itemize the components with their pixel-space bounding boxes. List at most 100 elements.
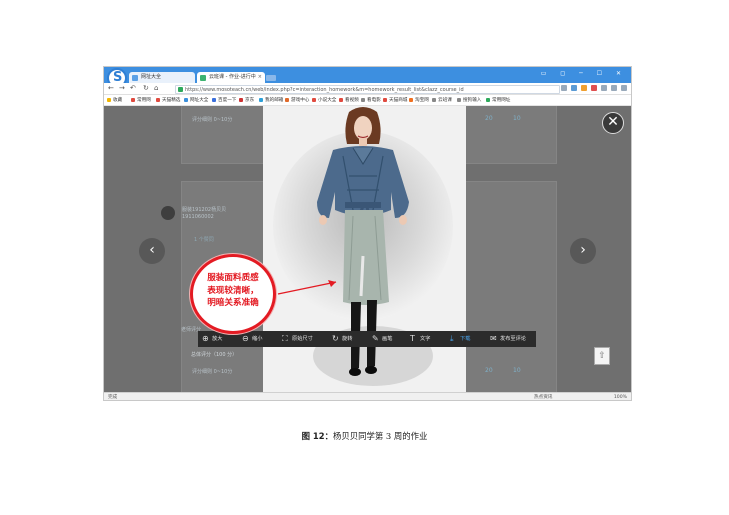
extension-icon[interactable] [581,85,587,91]
extension-icon[interactable] [601,85,607,91]
publish-icon: ✉ [490,334,497,343]
tool-label: 发布至评论 [500,336,526,342]
address-bar[interactable]: https://www.mosoteach.cn/web/index.php?c… [175,85,560,94]
zoom-out-icon: ⊖ [242,334,249,343]
text-icon: T [410,334,415,343]
pen-icon: ✎ [372,334,379,343]
previous-image-button[interactable]: ‹ [139,238,165,264]
back-to-top-button[interactable]: ⇧ [594,347,610,365]
back-icon[interactable]: ← [108,84,114,92]
annotation-text: 服装面料质感 表现较清晰， 明暗关系准确 [193,272,273,310]
like-count: 1 个赞同 [194,237,214,243]
bookmark-item[interactable]: 天猫商城 [383,95,407,105]
bookmark-item[interactable]: 云班课 [432,95,452,105]
student-name: 服装191202杨贝贝 [182,207,227,213]
publish-comment-button[interactable]: ✉ 发布至评论 [490,331,526,347]
homework-page: 评分细则 0~10分 20 10 服装191202杨贝贝 1911060002 … [104,106,631,392]
rotate-icon: ↻ [332,334,339,343]
figure-caption: 图 12：杨贝贝同学第 3 周的作业 [0,430,729,442]
bookmark-item[interactable]: 淘宝网 [409,95,429,105]
annotation-callout: 服装面料质感 表现较清晰， 明暗关系准确 [190,254,276,334]
download-button[interactable]: ⤓ 下载 [450,331,470,347]
next-image-button[interactable]: › [570,238,596,264]
tool-label: 放大 [212,336,223,342]
bookmark-item[interactable]: 天猫精选 [156,95,180,105]
tab-url-directory[interactable]: 网址大全 [129,72,195,83]
news-label[interactable]: 热点资讯 [534,393,552,400]
rubric-title: 评分细则 0~10分 [192,369,233,375]
tool-label: 画笔 [382,336,393,342]
avatar[interactable] [161,206,175,220]
close-viewer-button[interactable]: ✕ [602,112,624,134]
extension-icon[interactable] [561,85,567,91]
rotate-button[interactable]: ↻ 旋转 [332,331,352,347]
url-text: https://www.mosoteach.cn/web/index.php?c… [185,87,464,93]
original-size-icon: ⛶ [282,334,288,343]
bookmark-item[interactable]: 看电影 [361,95,381,105]
browser-toolbar [561,85,627,93]
rubric-title: 评分细则 0~10分 [192,117,233,123]
score-value: 20 [485,367,493,374]
secure-lock-icon [178,87,183,92]
zoom-in-button[interactable]: ⊕ 放大 [202,331,222,347]
bookmark-item[interactable]: 小说大全 [312,95,336,105]
zoom-level[interactable]: 100% [614,393,627,400]
navigation-bar: ← → ↶ ↻ ⌂ https://www.mosoteach.cn/web/i… [104,83,631,95]
bookmark-item[interactable]: 收藏 [107,95,122,105]
extension-icon[interactable] [571,85,577,91]
bookmark-item[interactable]: 常用网 [131,95,151,105]
tab-mosoteach[interactable]: 云班课 - 作业-进行中 × [197,72,265,83]
tool-label: 文字 [420,336,431,342]
homework-image [263,106,466,392]
window-controls[interactable]: ▭ ◻ ─ ☐ ✕ [541,70,627,77]
cloud-class-icon [200,75,206,81]
score-value: 10 [513,367,521,374]
annotation-arrow-icon [277,280,337,295]
menu-icon[interactable] [621,85,627,91]
bookmark-item[interactable]: 搜狗输入 [457,95,481,105]
zoom-in-icon: ⊕ [202,334,209,343]
total-score-label: 总体评分（100 分） [191,352,238,358]
score-value: 10 [513,115,521,122]
caption-prefix: 图 12： [301,431,333,441]
tool-label: 原始尺寸 [292,336,313,342]
home-icon[interactable]: ⌂ [154,84,158,92]
pen-button[interactable]: ✎ 画笔 [372,331,392,347]
browser-screenshot: 网址大全 云班课 - 作业-进行中 × ▭ ◻ ─ ☐ ✕ ← → ↶ ↻ ⌂ … [103,66,632,401]
caption-text: 杨贝贝同学第 3 周的作业 [332,431,428,441]
undo-close-icon[interactable]: ↶ [130,84,136,92]
bookmark-item[interactable]: 百度一下 [212,95,236,105]
refresh-icon[interactable]: ↻ [143,84,149,92]
bookmark-item[interactable]: 网址大全 [184,95,208,105]
annotation-line: 明暗关系准确 [207,298,259,308]
original-size-button[interactable]: ⛶ 原始尺寸 [282,331,313,347]
bookmark-item[interactable]: 京东 [239,95,254,105]
tool-label: 旋转 [342,336,353,342]
status-text: 完成 [108,395,118,400]
score-value: 20 [485,115,493,122]
close-tab-icon[interactable]: × [258,72,262,83]
forward-icon[interactable]: → [119,84,125,92]
download-icon: ⤓ [450,334,454,343]
tab-label: 网址大全 [141,74,162,80]
globe-icon [132,75,138,81]
student-id: 1911060002 [182,214,214,220]
tab-label: 云班课 - 作业-进行中 [209,74,256,80]
tool-label: 下载 [460,336,471,342]
extension-icon[interactable] [591,85,597,91]
status-bar: 完成 热点资讯 100% [104,392,631,400]
text-button[interactable]: T 文字 [410,331,430,347]
extension-icon[interactable] [611,85,617,91]
fashion-illustration [263,106,466,392]
bookmark-item[interactable]: 看视频 [339,95,359,105]
new-tab-button[interactable] [266,75,276,81]
bookmark-item[interactable]: 常用网址 [486,95,510,105]
bookmark-item[interactable]: 我的邮箱 [259,95,283,105]
annotation-line: 服装面料质感 [207,273,259,283]
bookmarks-bar: 收藏 常用网 天猫精选 网址大全 百度一下 京东 我的邮箱 游戏中心 小说大全 … [104,95,631,106]
tab-bar: 网址大全 云班课 - 作业-进行中 × ▭ ◻ ─ ☐ ✕ [104,67,631,88]
bookmark-item[interactable]: 游戏中心 [285,95,309,105]
zoom-out-button[interactable]: ⊖ 缩小 [242,331,262,347]
annotation-line: 表现较清晰， [207,285,259,296]
tool-label: 缩小 [252,336,263,342]
